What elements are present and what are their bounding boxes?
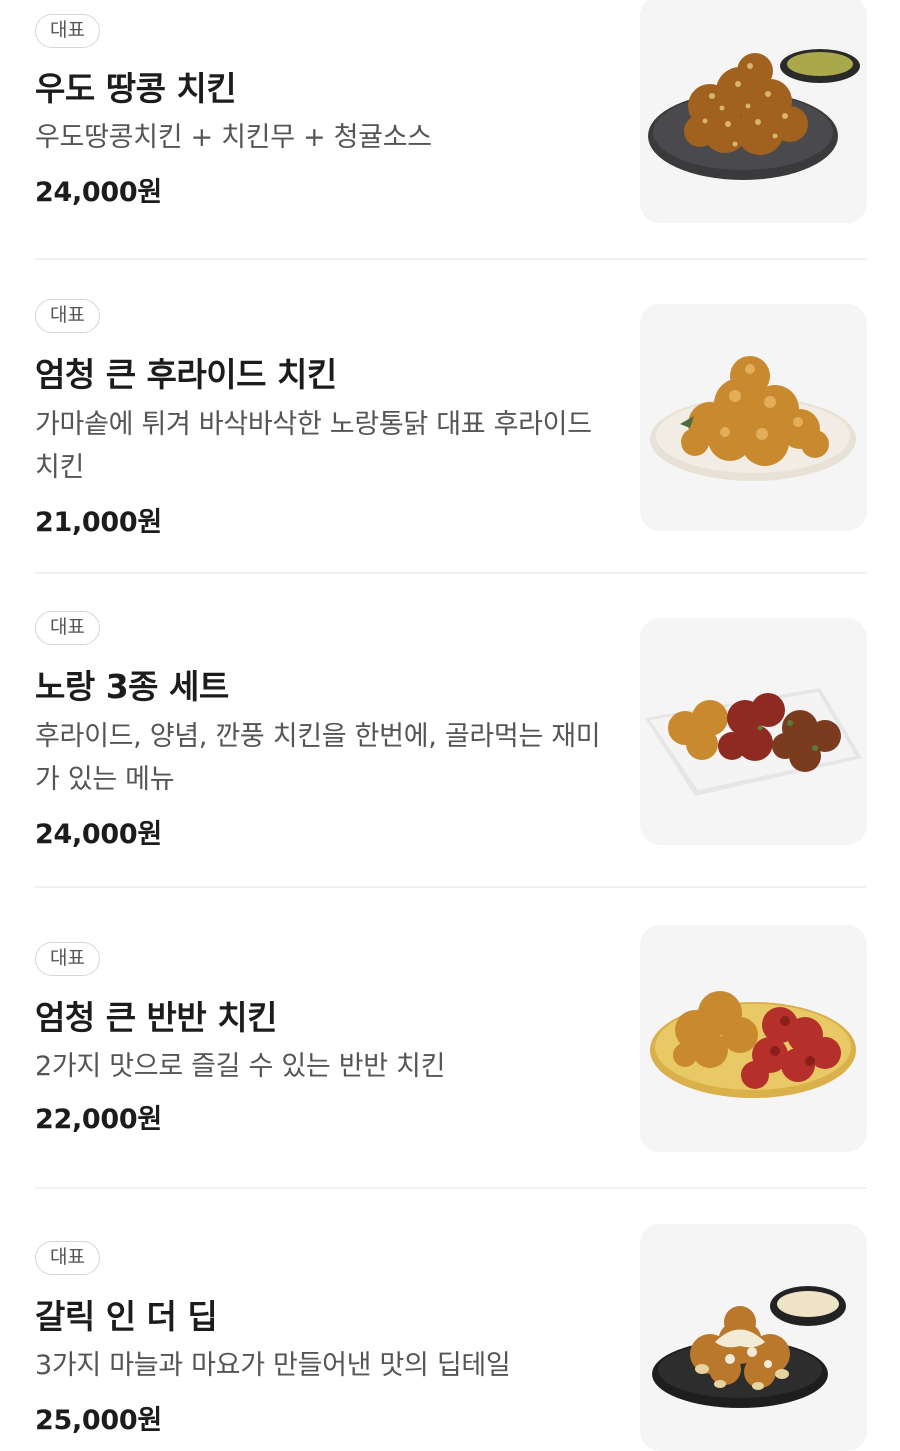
menu-item-name: 갈릭 인 더 딥 [35,1297,218,1336]
three-kind-set-photo [645,688,862,796]
menu-item-image[interactable] [640,618,867,845]
menu-item[interactable]: 대표 엄청 큰 반반 치킨 2가지 맛으로 즐길 수 있는 반반 치킨 22,0… [0,887,900,1189]
peanut-chicken-photo [648,49,860,180]
signature-badge: 대표 [35,299,100,333]
menu-item-price: 22,000원 [35,1104,162,1135]
menu-item[interactable]: 대표 우도 땅콩 치킨 우도땅콩치킨 + 치킨무 + 청귤소스 24,000원 [0,0,900,260]
menu-item-price: 25,000원 [35,1405,162,1436]
menu-item-name: 엄청 큰 반반 치킨 [35,998,278,1037]
menu-item-price: 24,000원 [35,177,162,208]
menu-item-name: 엄청 큰 후라이드 치킨 [35,355,337,394]
menu-item-price: 21,000원 [35,507,162,538]
menu-item-description: 2가지 맛으로 즐길 수 있는 반반 치킨 [35,1051,446,1082]
menu-item-image[interactable] [640,0,867,223]
garlic-dip-photo [652,1286,846,1408]
menu-item-description: 3가지 마늘과 마요가 만들어낸 맛의 딥테일 [35,1350,511,1381]
menu-item-description: 가마솥에 튀겨 바삭바삭한 노랑통닭 대표 후라이드 치킨 [35,409,592,483]
fried-chicken-photo [650,356,856,481]
menu-item-description: 우도땅콩치킨 + 치킨무 + 청귤소스 [35,122,432,153]
signature-badge: 대표 [35,1241,100,1275]
menu-item-image[interactable] [640,304,867,531]
menu-item-image[interactable] [640,925,867,1152]
menu-item[interactable]: 대표 엄청 큰 후라이드 치킨 가마솥에 튀겨 바삭바삭한 노랑통닭 대표 후라… [0,260,900,574]
menu-item[interactable]: 대표 노랑 3종 세트 후라이드, 양념, 깐풍 치킨을 한번에, 골라먹는 재… [0,573,900,888]
menu-item-description: 후라이드, 양념, 깐풍 치킨을 한번에, 골라먹는 재미가 있는 메뉴 [35,721,601,795]
menu-item-name: 우도 땅콩 치킨 [35,69,237,108]
half-half-photo [650,991,856,1098]
signature-badge: 대표 [35,942,100,976]
menu-item-name: 노랑 3종 세트 [35,667,229,706]
signature-badge: 대표 [35,14,100,48]
menu-item-image[interactable] [640,1224,867,1451]
signature-badge: 대표 [35,611,100,645]
menu-list: 대표 우도 땅콩 치킨 우도땅콩치킨 + 치킨무 + 청귤소스 24,000원 [0,0,900,1451]
menu-item-price: 24,000원 [35,819,162,850]
menu-item[interactable]: 대표 갈릭 인 더 딥 3가지 마늘과 마요가 만들어낸 맛의 딥테일 25,0… [0,1188,900,1451]
